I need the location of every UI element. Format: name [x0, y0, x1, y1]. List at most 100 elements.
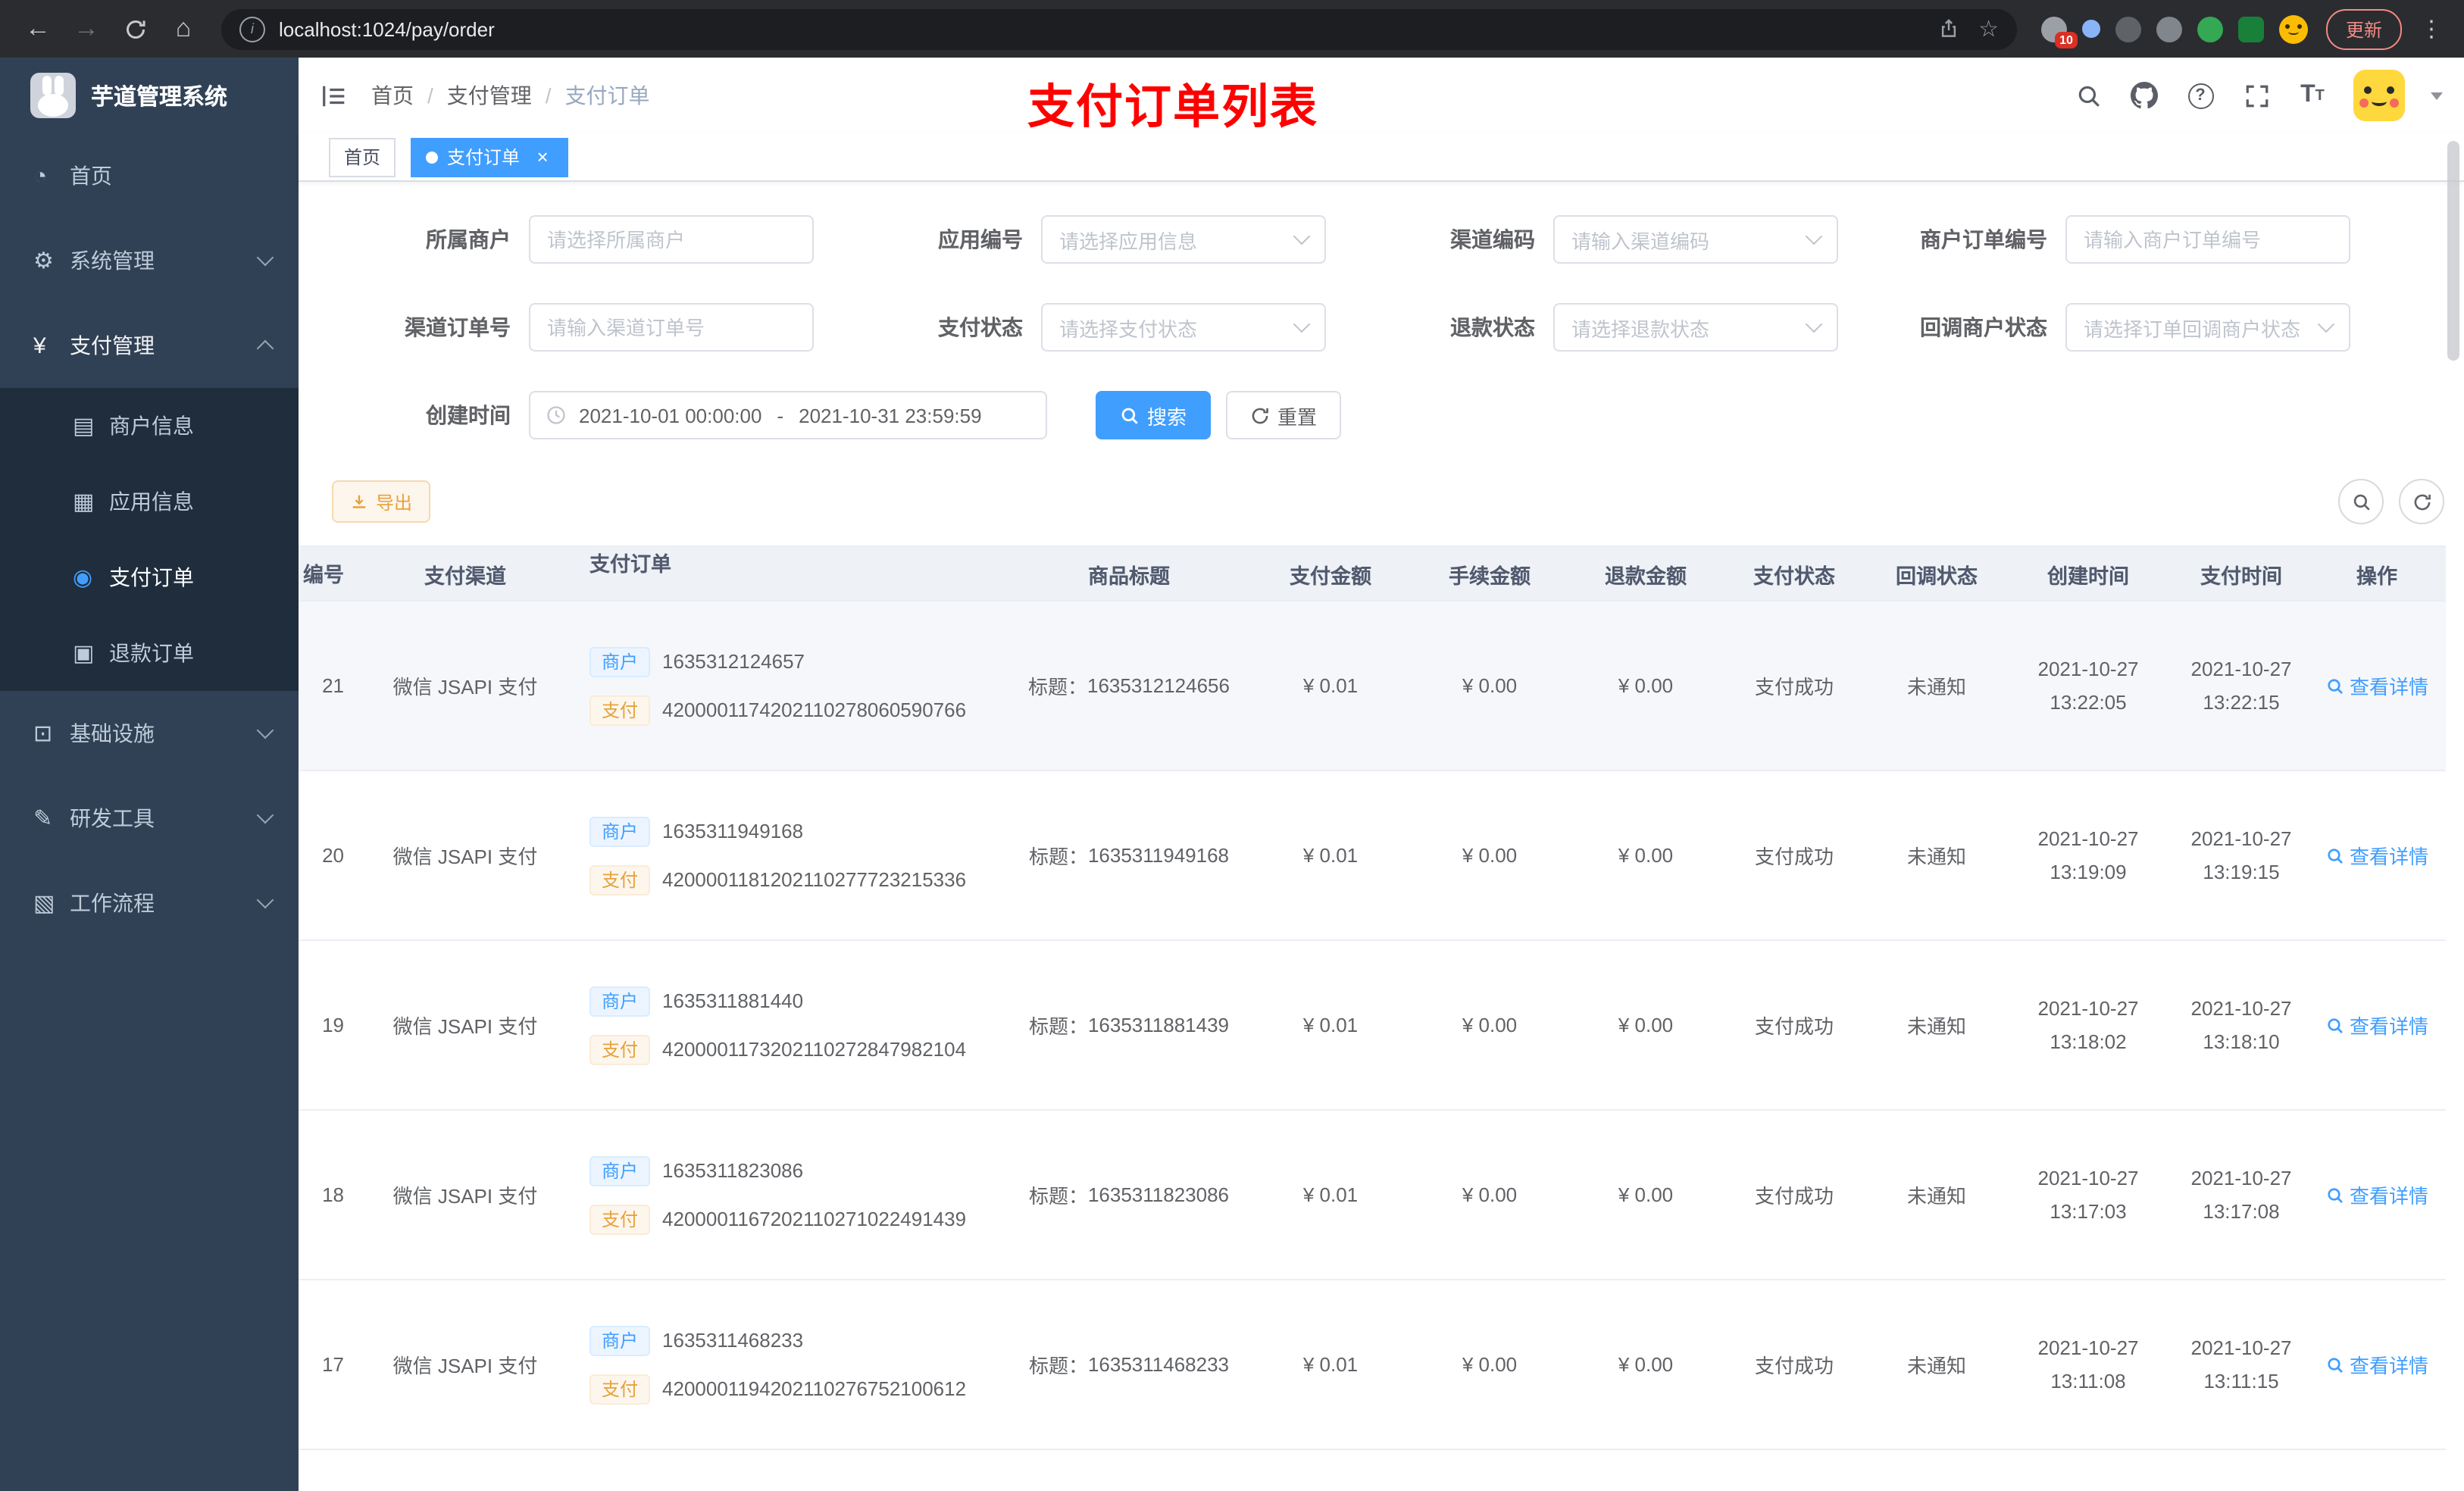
- extension-icon[interactable]: [2237, 16, 2264, 42]
- cell-amount: [1250, 1450, 1411, 1491]
- cell-fee: ¥ 0.00: [1462, 1353, 1518, 1376]
- col-order: 支付订单: [589, 553, 671, 576]
- reset-button[interactable]: 重置: [1226, 391, 1342, 439]
- date-start: 2021-10-01 00:00:00: [579, 404, 762, 427]
- cell-notify: 未通知: [1906, 846, 1966, 868]
- create-time-range[interactable]: 2021-10-01 00:00:00 - 2021-10-31 23:59:5…: [529, 391, 1047, 439]
- view-detail-link[interactable]: 查看详情: [2325, 1350, 2428, 1379]
- extension-icon[interactable]: [2115, 16, 2141, 42]
- cell-refund: ¥ 0.00: [1618, 1183, 1674, 1206]
- pay-tag: 支付: [589, 1374, 651, 1404]
- sidebar-item-app-info[interactable]: ▦ 应用信息: [0, 464, 299, 539]
- title-prefix: 标题：: [1028, 1185, 1088, 1208]
- cell-amount: ¥ 0.01: [1302, 1353, 1359, 1376]
- cell-pay-time: 2021-10-27 13:17:08: [2190, 1166, 2292, 1222]
- profile-avatar[interactable]: [2278, 14, 2308, 43]
- search-button[interactable]: 搜索: [1096, 391, 1212, 439]
- avatar-caret-icon[interactable]: [2431, 92, 2443, 99]
- sidebar-item-devtools[interactable]: ✎ 研发工具: [0, 776, 299, 861]
- extension-icon[interactable]: 10: [2040, 16, 2078, 48]
- sidebar-item-workflow[interactable]: ▧ 工作流程: [0, 861, 299, 946]
- view-detail-link[interactable]: 查看详情: [2325, 1011, 2428, 1039]
- cell-pay-time: 2021-10-27 13:18:10: [2190, 996, 2292, 1052]
- filter-label-notify-status: 回调商户状态: [1920, 315, 2047, 339]
- sidebar-fold-icon[interactable]: [320, 81, 349, 110]
- cell-create-time: 2021-10-27 13:19:09: [2037, 827, 2139, 883]
- cell-order: 商户 1635311468233 支付 42000011942021102767…: [571, 1280, 1008, 1449]
- cell-order: 商户 1635311881440 支付 42000011732021102728…: [571, 941, 1008, 1109]
- pay-status-select[interactable]: 请选择支付状态: [1041, 303, 1326, 352]
- cell-create-time: 2021-10-27 13:11:08: [2037, 1336, 2139, 1392]
- devtool-icon: ✎: [33, 806, 53, 832]
- extension-icon[interactable]: [2156, 16, 2182, 42]
- breadcrumb-payment[interactable]: 支付管理: [447, 80, 532, 111]
- breadcrumb-home[interactable]: 首页: [371, 80, 414, 111]
- dashboard-icon: ◔: [33, 163, 48, 189]
- cell-actions: 查看详情: [2314, 941, 2440, 1109]
- view-detail-link[interactable]: 查看详情: [2325, 1180, 2428, 1209]
- cell-fee: [1411, 1450, 1568, 1491]
- chevron-down-icon: [1293, 315, 1311, 333]
- sidebar-item-home[interactable]: ◔ 首页: [0, 133, 299, 218]
- cell-channel: 微信 JSAPI 支付: [392, 1015, 538, 1038]
- close-icon[interactable]: ×: [532, 145, 553, 167]
- help-icon[interactable]: ?: [2185, 80, 2215, 111]
- sidebar-item-pay-order[interactable]: ◉ 支付订单: [0, 539, 299, 615]
- channel-code-select[interactable]: 请输入渠道编码: [1553, 215, 1838, 264]
- browser-reload-icon[interactable]: [112, 6, 158, 52]
- browser-extensions[interactable]: 10: [2032, 14, 2317, 48]
- search-icon[interactable]: [2073, 80, 2103, 111]
- sidebar-item-payment[interactable]: ¥ 支付管理: [0, 303, 299, 388]
- browser-home-icon[interactable]: ⌂: [161, 6, 206, 52]
- extension-icon[interactable]: [2197, 16, 2223, 42]
- yen-icon: ¥: [33, 333, 46, 358]
- view-detail-link[interactable]: 查看详情: [2325, 671, 2428, 700]
- refresh-button[interactable]: [2399, 479, 2444, 524]
- toggle-search-button[interactable]: [2338, 479, 2384, 524]
- table-row: 21 微信 JSAPI 支付 商户 1635312124657 支付 42000…: [299, 602, 2446, 771]
- cell-title: 标题： 1635311823086: [1008, 1111, 1250, 1279]
- filter-label-merchant-order-no: 商户订单编号: [1920, 227, 2047, 252]
- bookmark-star-icon[interactable]: ☆: [1978, 17, 1999, 40]
- cell-create-time: 2021-10-27 13:17:03: [2037, 1166, 2139, 1222]
- tab-home[interactable]: 首页: [329, 137, 396, 177]
- sidebar-item-system[interactable]: ⚙ 系统管理: [0, 218, 299, 303]
- top-navbar: 首页 / 支付管理 / 支付订单 ? T T: [299, 58, 2464, 133]
- sidebar-item-merchant-info[interactable]: ▤ 商户信息: [0, 388, 299, 464]
- filter-label-merchant: 所属商户: [426, 227, 511, 252]
- cell-notify: 未通知: [1906, 676, 1966, 699]
- chevron-down-icon: [256, 248, 274, 267]
- browser-menu-icon[interactable]: ⋮: [2414, 15, 2449, 42]
- merchant-order-no-input[interactable]: [2065, 215, 2350, 264]
- title-prefix: 标题：: [1028, 1015, 1088, 1038]
- sidebar-item-infrastructure[interactable]: ⊡ 基础设施: [0, 691, 299, 776]
- merchant-input[interactable]: [529, 215, 814, 264]
- cell-id: 20: [322, 844, 344, 867]
- view-detail-link[interactable]: 查看详情: [2325, 841, 2428, 870]
- refund-status-select[interactable]: 请选择退款状态: [1553, 303, 1838, 352]
- url-text: localhost:1024/pay/order: [279, 17, 495, 40]
- channel-order-no-input[interactable]: [529, 303, 814, 352]
- notify-status-select[interactable]: 请选择订单回调商户状态: [2065, 303, 2350, 352]
- sidebar-item-label: 退款订单: [109, 641, 194, 665]
- cell-channel: 微信 JSAPI 支付: [392, 676, 538, 699]
- browser-forward-icon[interactable]: →: [64, 6, 109, 52]
- fullscreen-icon[interactable]: [2241, 80, 2272, 111]
- site-info-icon[interactable]: i: [239, 16, 265, 42]
- font-size-icon[interactable]: TT: [2297, 80, 2328, 111]
- address-bar[interactable]: i localhost:1024/pay/order ☆: [221, 8, 2017, 49]
- avatar[interactable]: [2353, 70, 2405, 121]
- sidebar-item-refund-order[interactable]: ▣ 退款订单: [0, 615, 299, 691]
- breadcrumb: 首页 / 支付管理 / 支付订单: [371, 80, 650, 111]
- browser-update-button[interactable]: 更新: [2325, 8, 2402, 49]
- scrollbar-thumb[interactable]: [2447, 141, 2459, 361]
- col-amount: 支付金额: [1290, 564, 1371, 587]
- tab-pay-order[interactable]: 支付订单 ×: [411, 137, 569, 177]
- export-button[interactable]: 导出: [332, 480, 431, 523]
- browser-back-icon[interactable]: ←: [15, 6, 61, 52]
- github-icon[interactable]: [2129, 80, 2159, 111]
- sidebar-item-label: 首页: [70, 164, 112, 188]
- share-icon[interactable]: [1937, 18, 1959, 39]
- app-no-select[interactable]: 请选择应用信息: [1041, 215, 1326, 264]
- extension-icon[interactable]: [2081, 20, 2100, 38]
